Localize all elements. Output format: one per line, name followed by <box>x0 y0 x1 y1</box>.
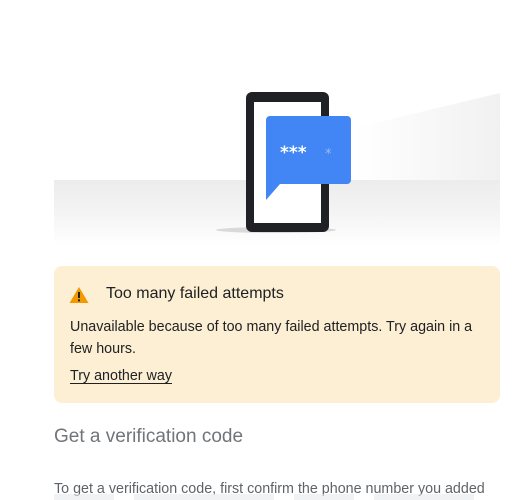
bubble-password-text: *** <box>280 143 307 163</box>
alert-title: Too many failed attempts <box>106 285 284 302</box>
phone-with-bubble-icon: *** * <box>54 92 500 246</box>
alert-message: Unavailable because of too many failed a… <box>70 319 473 357</box>
phone-illustration: *** * <box>54 88 500 246</box>
cut-off-text-line <box>54 494 494 500</box>
warning-triangle-icon <box>69 287 89 303</box>
try-another-way-link[interactable]: Try another way <box>70 368 172 384</box>
error-alert: Too many failed attempts Unavailable bec… <box>54 266 500 403</box>
page: *** * Too many failed attempts Unavailab… <box>0 0 528 500</box>
svg-text:*: * <box>325 147 332 162</box>
page-title: Get a verification code <box>54 426 244 447</box>
